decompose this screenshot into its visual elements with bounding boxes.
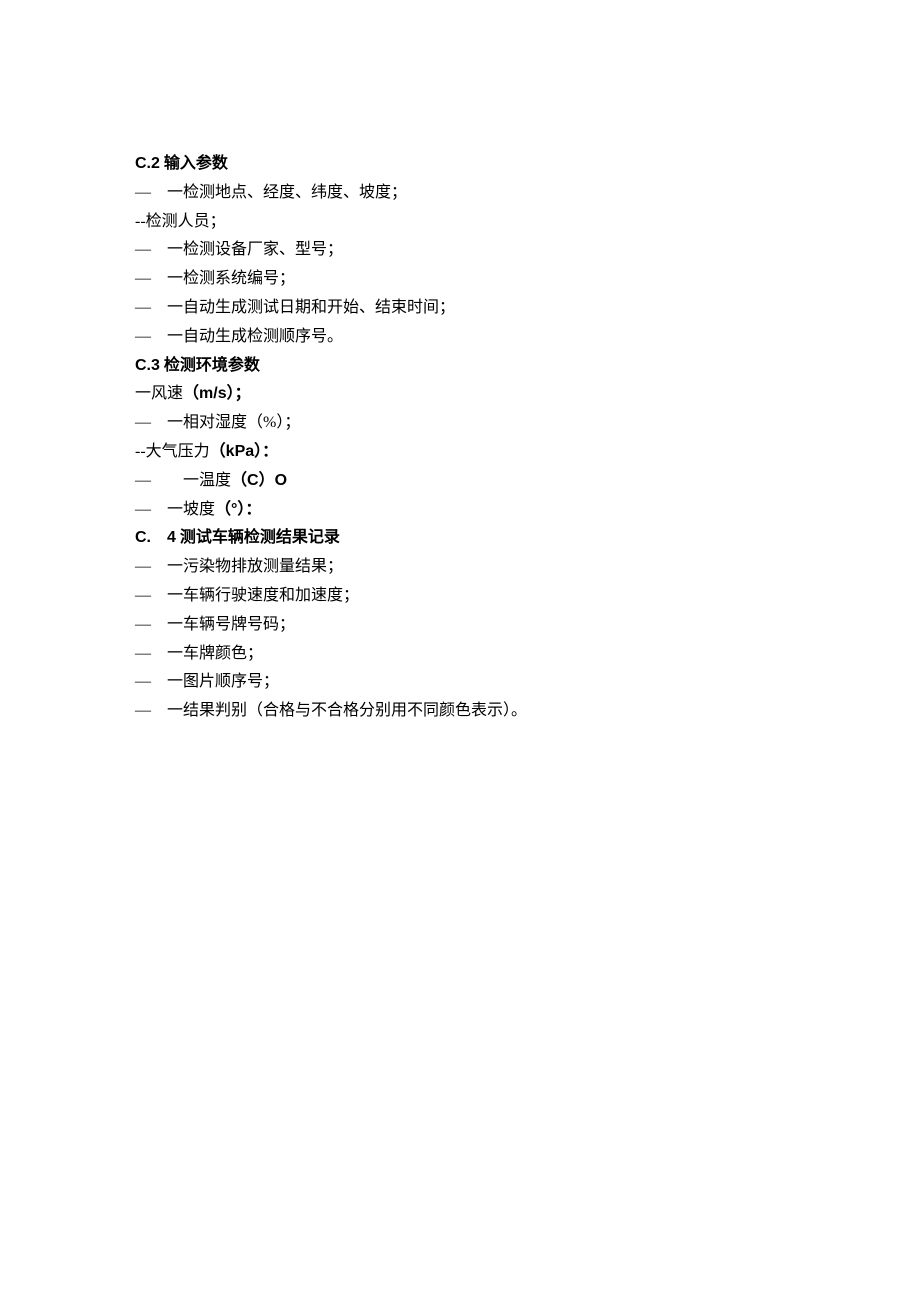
heading-c3: C.3 检测环境参数: [135, 352, 785, 381]
list-item: — 一相对湿度（%）；: [135, 409, 785, 438]
list-item: — 一坡度（°）：: [135, 496, 785, 525]
list-item: — 一车辆行驶速度和加速度；: [135, 582, 785, 611]
list-item: — 一污染物排放测量结果；: [135, 553, 785, 582]
heading-c3-text: 检测环境参数: [164, 357, 260, 374]
heading-c2-label: C.2: [135, 155, 160, 172]
heading-c4-label: C.: [135, 529, 151, 546]
list-item: — 一自动生成检测顺序号。: [135, 323, 785, 352]
list-item: — 一温度（C）O: [135, 467, 785, 496]
list-item: --大气压力（kPa）：: [135, 438, 785, 467]
heading-c2-text: 输入参数: [164, 155, 228, 172]
heading-c3-label: C.3: [135, 357, 160, 374]
section-c3: C.3 检测环境参数 一风速（m/s）； — 一相对湿度（%）； --大气压力（…: [135, 352, 785, 525]
list-item: — 一检测系统编号；: [135, 265, 785, 294]
list-item: — 一检测设备厂家、型号；: [135, 236, 785, 265]
list-item: — 一自动生成测试日期和开始、结束时间；: [135, 294, 785, 323]
list-item: — 一检测地点、经度、纬度、坡度；: [135, 179, 785, 208]
list-item: — 一车牌颜色；: [135, 640, 785, 669]
heading-c4: C. 4 测试车辆检测结果记录: [135, 524, 785, 553]
list-item: — 一车辆号牌号码；: [135, 611, 785, 640]
list-item: 一风速（m/s）；: [135, 380, 785, 409]
section-c2: C.2 输入参数 — 一检测地点、经度、纬度、坡度； --检测人员； — 一检测…: [135, 150, 785, 352]
heading-c4-text: 测试车辆检测结果记录: [180, 529, 340, 546]
heading-c2: C.2 输入参数: [135, 150, 785, 179]
list-item: — 一结果判别（合格与不合格分别用不同颜色表示）。: [135, 697, 785, 726]
list-item: — 一图片顺序号；: [135, 668, 785, 697]
section-c4: C. 4 测试车辆检测结果记录 — 一污染物排放测量结果； — 一车辆行驶速度和…: [135, 524, 785, 726]
document-body: C.2 输入参数 — 一检测地点、经度、纬度、坡度； --检测人员； — 一检测…: [0, 0, 920, 726]
heading-c4-num: 4: [167, 529, 176, 546]
list-item: --检测人员；: [135, 208, 785, 237]
